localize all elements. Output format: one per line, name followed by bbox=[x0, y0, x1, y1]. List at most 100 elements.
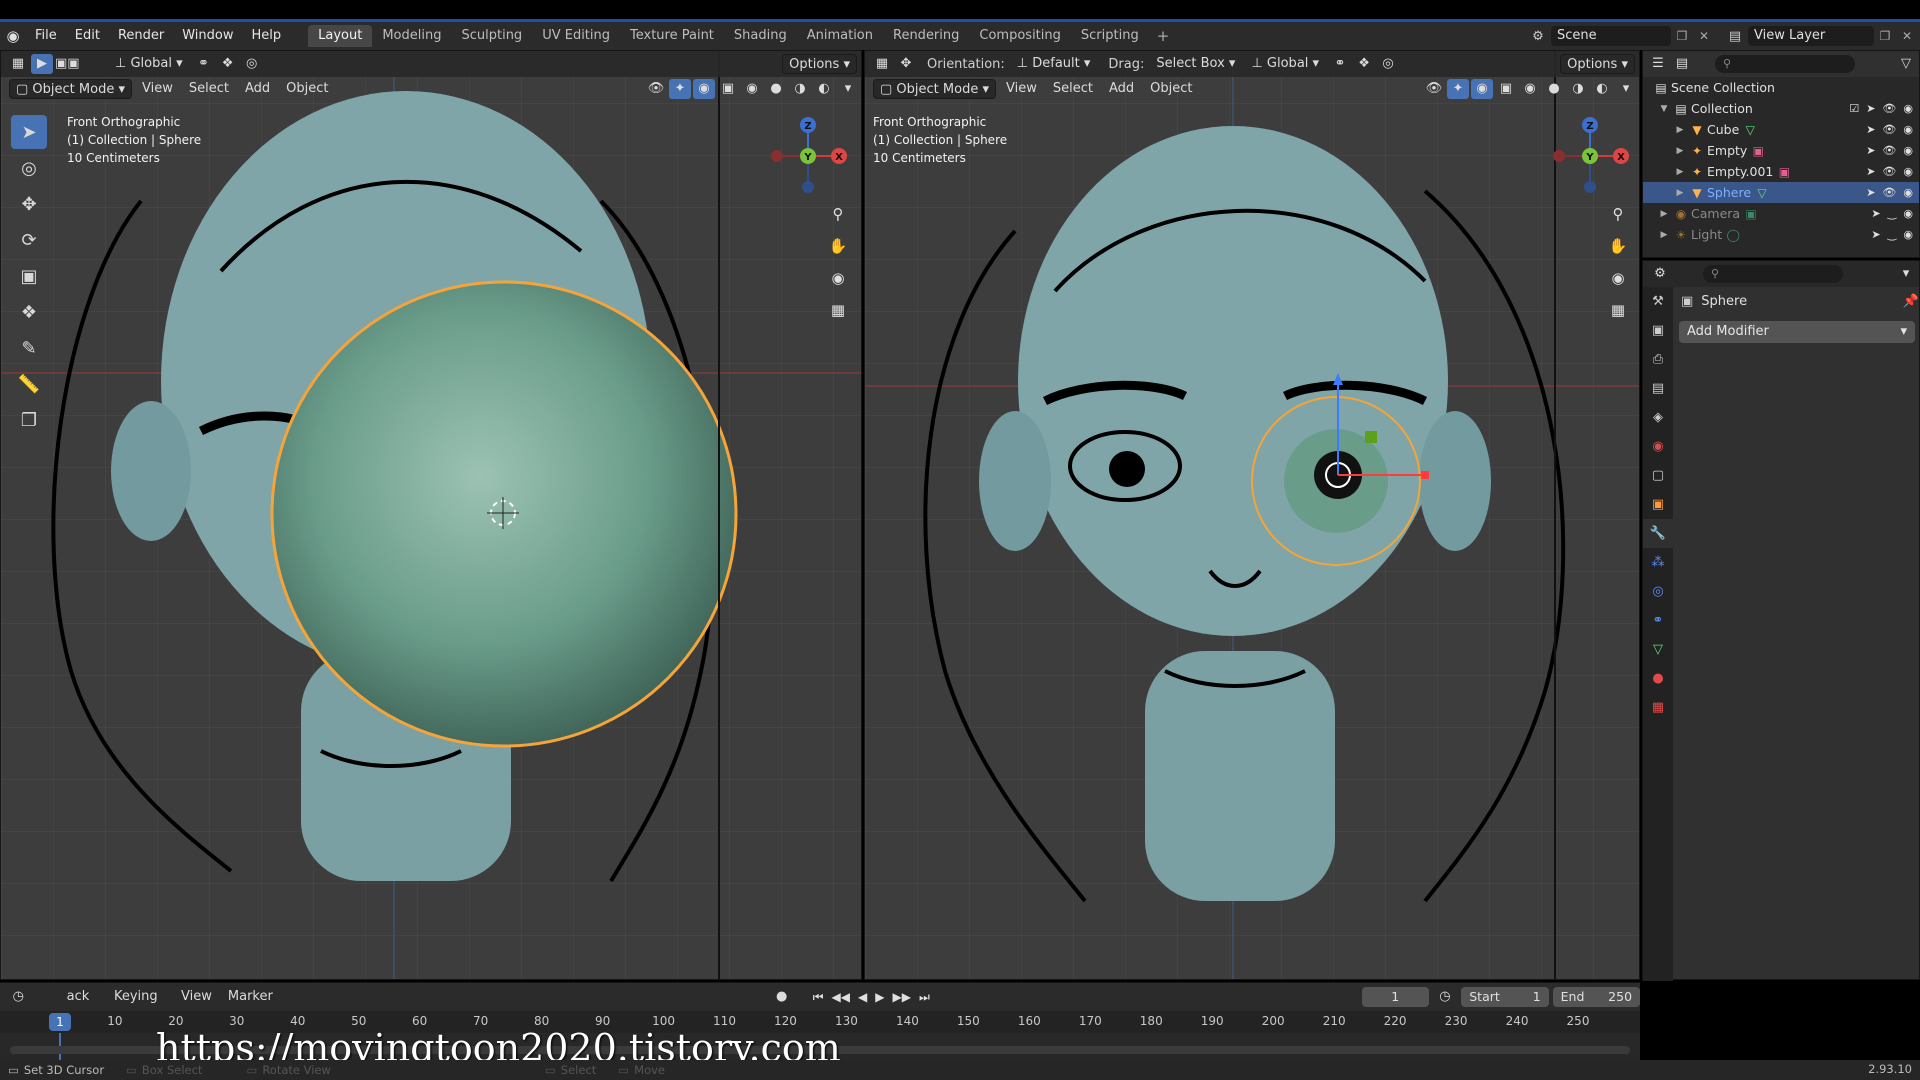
properties-editor-icon[interactable]: ⚙ bbox=[1649, 264, 1671, 284]
navigation-gizmo[interactable]: Z X Y bbox=[763, 111, 853, 201]
menu-select[interactable]: Select bbox=[1047, 79, 1099, 99]
properties-options-icon[interactable]: ▾ bbox=[1895, 264, 1917, 284]
render-tab-icon[interactable]: ▣ bbox=[1643, 316, 1673, 345]
orientation-dropdown[interactable]: ⊥ Default ▾ bbox=[1011, 54, 1097, 74]
pivot-point-icon[interactable]: ⚭ bbox=[193, 54, 215, 74]
current-frame-field[interactable]: 1 bbox=[1361, 987, 1429, 1007]
tab-sculpting[interactable]: Sculpting bbox=[451, 25, 532, 47]
add-cube-tool-icon[interactable]: ❐ bbox=[11, 403, 47, 437]
tab-compositing[interactable]: Compositing bbox=[969, 25, 1071, 47]
modifier-tab-icon[interactable]: 🔧 bbox=[1643, 519, 1673, 548]
ortho-grid-icon[interactable]: ▦ bbox=[823, 295, 853, 325]
properties-search-input[interactable]: ⚲ bbox=[1703, 265, 1843, 283]
transform-orientation-dropdown[interactable]: ⊥ Global ▾ bbox=[109, 54, 189, 74]
snap-icon[interactable]: ❖ bbox=[1353, 54, 1375, 74]
output-tab-icon[interactable]: ⎙ bbox=[1643, 345, 1673, 374]
collection-tab-icon[interactable]: ▢ bbox=[1643, 461, 1673, 490]
outliner-search-input[interactable]: ⚲ bbox=[1715, 55, 1855, 73]
transform-tool-icon[interactable]: ❖ bbox=[11, 295, 47, 329]
keying-menu[interactable]: Keying ▾ bbox=[108, 987, 171, 1024]
texture-tab-icon[interactable]: ▦ bbox=[1643, 693, 1673, 722]
menu-render[interactable]: Render bbox=[109, 22, 173, 50]
select-mode-icons[interactable]: ▣▣ bbox=[55, 54, 80, 74]
tab-animation[interactable]: Animation bbox=[797, 25, 883, 47]
select-box-tool-icon[interactable]: ➤ bbox=[11, 115, 47, 149]
add-workspace-icon[interactable]: + bbox=[1149, 27, 1178, 45]
outliner-item-cube[interactable]: ▶ ▼ Cube ▽ ➤ 👁 ◉ bbox=[1643, 119, 1919, 140]
physics-tab-icon[interactable]: ◎ bbox=[1643, 577, 1673, 606]
eye-icon[interactable]: 👁 bbox=[1882, 123, 1896, 136]
scene-name-field[interactable]: Scene bbox=[1551, 26, 1671, 46]
options-dropdown[interactable]: Options ▾ bbox=[1560, 54, 1635, 74]
options-dropdown[interactable]: Options ▾ bbox=[782, 54, 857, 74]
eye-closed-icon[interactable]: ‿ bbox=[1888, 207, 1897, 220]
end-frame-field[interactable]: End 250 bbox=[1552, 987, 1641, 1007]
object-mode-dropdown[interactable]: ▢ Object Mode ▾ bbox=[9, 79, 132, 99]
menu-add[interactable]: Add bbox=[1103, 79, 1140, 99]
gizmo-toggle-icon[interactable]: ✦ bbox=[1447, 79, 1469, 99]
select-arrow-icon[interactable]: ➤ bbox=[1866, 102, 1875, 115]
expand-arrow-icon[interactable]: ▶ bbox=[1673, 167, 1687, 177]
timeline-view-menu[interactable]: View bbox=[175, 987, 218, 1007]
record-icon[interactable]: ● bbox=[771, 987, 792, 1007]
menu-view[interactable]: View bbox=[136, 79, 179, 99]
move-tool-icon[interactable]: ✥ bbox=[11, 187, 47, 221]
gizmo-plane-handle[interactable] bbox=[1365, 431, 1377, 443]
eye-icon[interactable]: 👁 bbox=[1882, 186, 1896, 199]
zoom-icon[interactable]: ⚲ bbox=[1603, 199, 1633, 229]
camera-render-icon[interactable]: ◉ bbox=[1903, 186, 1913, 199]
shading-options-icon[interactable]: ▾ bbox=[1615, 79, 1637, 99]
select-arrow-icon[interactable]: ➤ bbox=[1866, 186, 1875, 199]
playback-menu[interactable]: ack ▾ bbox=[61, 987, 104, 1024]
zoom-icon[interactable]: ⚲ bbox=[823, 199, 853, 229]
selected-sphere[interactable] bbox=[270, 280, 738, 748]
select-tool-icon[interactable]: ▶ bbox=[31, 54, 53, 74]
navigation-gizmo[interactable]: Z X Y bbox=[1545, 111, 1635, 201]
jump-end-icon[interactable]: ⏭ bbox=[919, 990, 930, 1005]
eye-closed-icon[interactable]: ‿ bbox=[1888, 228, 1897, 241]
next-keyframe-icon[interactable]: ▶▶ bbox=[892, 990, 910, 1005]
expand-arrow-icon[interactable]: ▶ bbox=[1673, 188, 1687, 198]
left-3d-viewport[interactable]: ▦ ▶ ▣▣ ⊥ Global ▾ ⚭ ❖ ◎ Options ▾ ▢ Obje… bbox=[0, 50, 862, 980]
prev-keyframe-icon[interactable]: ◀◀ bbox=[832, 990, 850, 1005]
eye-icon[interactable]: 👁 bbox=[1882, 102, 1896, 115]
rendered-shading-icon[interactable]: ◐ bbox=[1591, 79, 1613, 99]
scale-tool-icon[interactable]: ▣ bbox=[11, 259, 47, 293]
camera-view-icon[interactable]: ◉ bbox=[1603, 263, 1633, 293]
view-layer-copy-icon[interactable]: ❐ bbox=[1874, 29, 1896, 43]
proportional-edit-icon[interactable]: ◎ bbox=[241, 54, 263, 74]
menu-add[interactable]: Add bbox=[239, 79, 276, 99]
outliner-scene-collection[interactable]: ▤ Scene Collection bbox=[1643, 77, 1919, 98]
menu-select[interactable]: Select bbox=[183, 79, 235, 99]
rotate-tool-icon[interactable]: ⟳ bbox=[11, 223, 47, 257]
tool-tab-icon[interactable]: ⚒ bbox=[1643, 287, 1673, 316]
overlay-toggle-icon[interactable]: ◉ bbox=[1471, 79, 1493, 99]
outliner-display-mode-icon[interactable]: ▤ bbox=[1671, 54, 1693, 74]
tab-texture-paint[interactable]: Texture Paint bbox=[620, 25, 724, 47]
menu-edit[interactable]: Edit bbox=[66, 22, 109, 50]
view-layer-tab-icon[interactable]: ▤ bbox=[1643, 374, 1673, 403]
select-arrow-icon[interactable]: ➤ bbox=[1871, 228, 1880, 241]
object-mode-dropdown[interactable]: ▢ Object Mode ▾ bbox=[873, 79, 996, 99]
material-tab-icon[interactable]: ● bbox=[1643, 664, 1673, 693]
drag-dropdown[interactable]: Select Box ▾ bbox=[1150, 54, 1241, 74]
select-arrow-icon[interactable]: ➤ bbox=[1866, 144, 1875, 157]
snap-icon[interactable]: ❖ bbox=[217, 54, 239, 74]
particles-tab-icon[interactable]: ⁂ bbox=[1643, 548, 1673, 577]
menu-window[interactable]: Window bbox=[173, 22, 242, 50]
checkbox-icon[interactable]: ☑ bbox=[1849, 102, 1859, 115]
xray-icon[interactable]: ▣ bbox=[1495, 79, 1517, 99]
tab-layout[interactable]: Layout bbox=[308, 25, 373, 47]
constraints-tab-icon[interactable]: ⚭ bbox=[1643, 606, 1673, 635]
measure-tool-icon[interactable]: 📏 bbox=[11, 367, 47, 401]
jump-start-icon[interactable]: ⏮ bbox=[813, 990, 824, 1005]
scene-close-icon[interactable]: ✕ bbox=[1693, 29, 1715, 43]
view-layer-name-field[interactable]: View Layer bbox=[1748, 26, 1874, 46]
pin-icon[interactable]: 📌 bbox=[1903, 294, 1919, 309]
tab-shading[interactable]: Shading bbox=[724, 25, 797, 47]
transform-tool-icon[interactable]: ✥ bbox=[895, 54, 917, 74]
visibility-icon[interactable]: 👁 bbox=[645, 79, 667, 99]
camera-view-icon[interactable]: ◉ bbox=[823, 263, 853, 293]
camera-render-icon[interactable]: ◉ bbox=[1903, 207, 1913, 220]
wireframe-shading-icon[interactable]: ◉ bbox=[1519, 79, 1541, 99]
